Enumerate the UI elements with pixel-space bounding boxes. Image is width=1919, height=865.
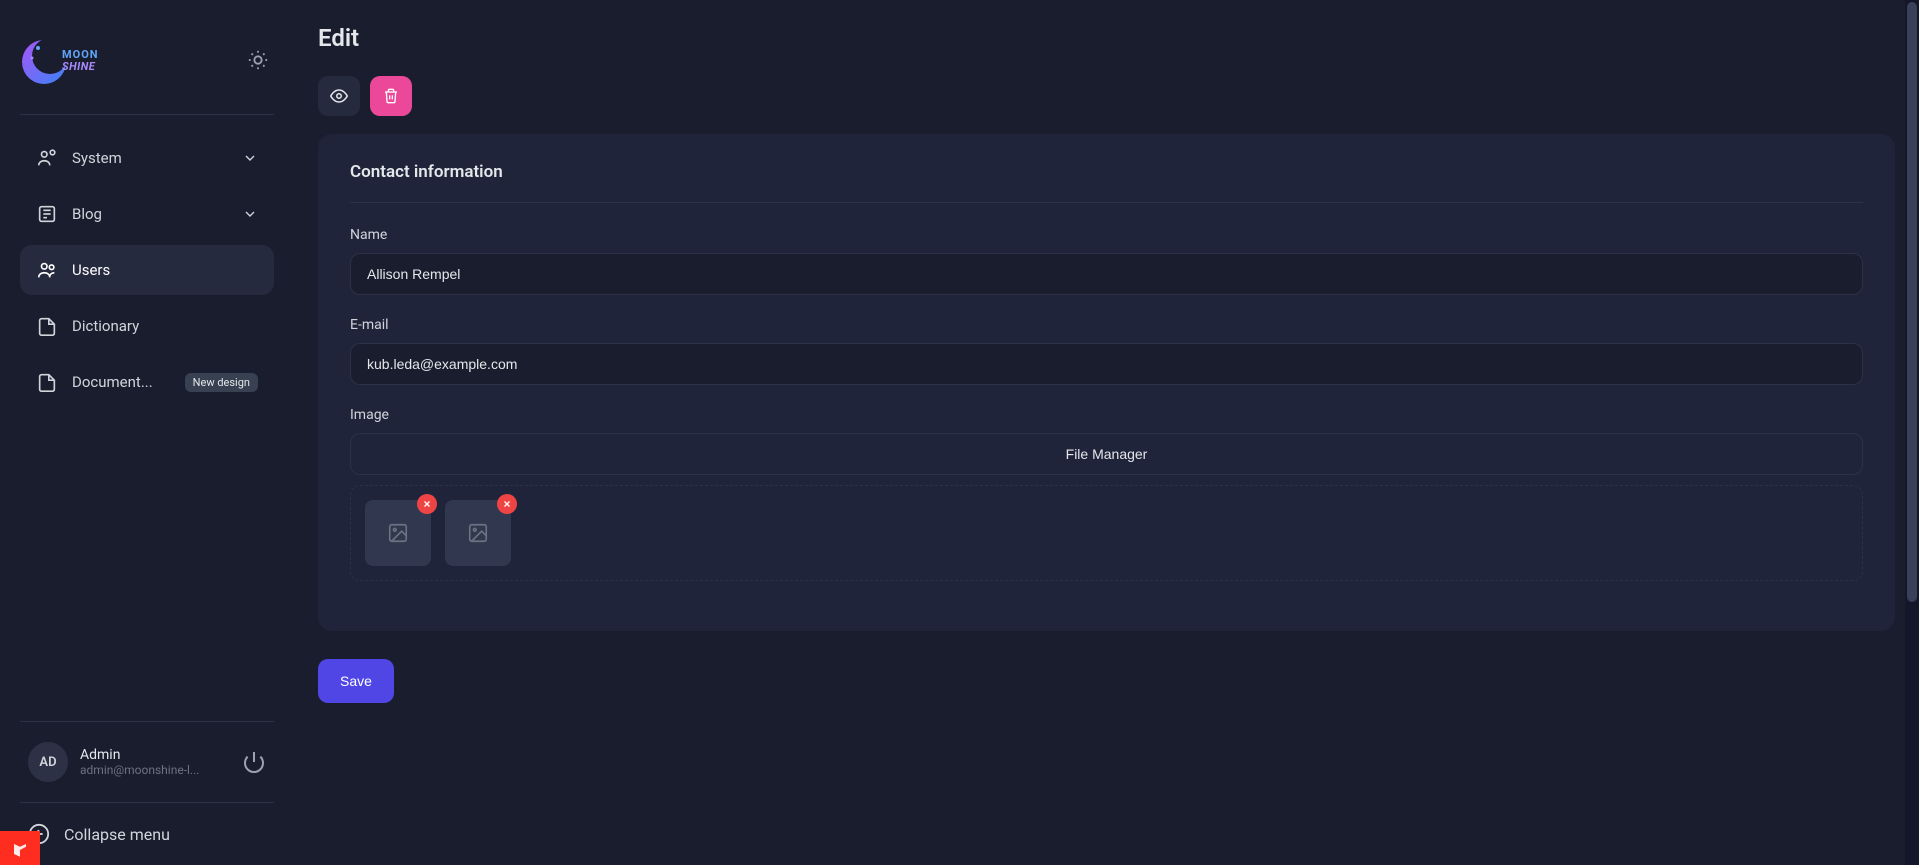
file-manager-button[interactable]: File Manager <box>350 433 1863 475</box>
action-row <box>318 76 1895 116</box>
svg-text:SHINE: SHINE <box>62 60 96 73</box>
user-email: admin@moonshine-l... <box>80 763 242 777</box>
save-button[interactable]: Save <box>318 659 394 703</box>
name-label: Name <box>350 227 1863 243</box>
close-icon <box>422 499 432 509</box>
sidebar-item-documentation[interactable]: Document... New design <box>20 357 274 407</box>
name-field: Name <box>350 227 1863 295</box>
user-info: Admin admin@moonshine-l... <box>80 747 242 777</box>
name-input[interactable] <box>350 253 1863 295</box>
chevron-down-icon <box>242 150 258 166</box>
image-thumbnail[interactable] <box>365 500 431 566</box>
users-gear-icon <box>36 147 58 169</box>
sidebar-item-system[interactable]: System <box>20 133 274 183</box>
email-label: E-mail <box>350 317 1863 333</box>
logout-button[interactable] <box>242 750 266 774</box>
sidebar-item-dictionary[interactable]: Dictionary <box>20 301 274 351</box>
sidebar-item-label: System <box>72 149 242 167</box>
sidebar-item-users[interactable]: Users <box>20 245 274 295</box>
image-field: Image File Manager <box>350 407 1863 581</box>
collapse-menu-button[interactable]: Collapse menu <box>20 802 274 845</box>
sidebar-footer: AD Admin admin@moonshine-l... Collapse m… <box>20 721 274 865</box>
image-thumbnail[interactable] <box>445 500 511 566</box>
sidebar: MOON SHINE <box>0 0 294 865</box>
page-title: Edit <box>318 24 1895 52</box>
email-input[interactable] <box>350 343 1863 385</box>
laravel-icon <box>10 840 30 860</box>
image-label: Image <box>350 407 1863 423</box>
image-icon <box>467 522 489 544</box>
sidebar-header: MOON SHINE <box>20 0 274 115</box>
trash-icon <box>383 88 399 104</box>
email-field: E-mail <box>350 317 1863 385</box>
sidebar-item-blog[interactable]: Blog <box>20 189 274 239</box>
sun-icon <box>247 49 269 71</box>
new-badge: New design <box>185 373 258 392</box>
avatar: AD <box>28 742 68 782</box>
image-icon <box>387 522 409 544</box>
scrollbar-thumb[interactable] <box>1907 2 1917 602</box>
scrollbar[interactable] <box>1905 0 1919 865</box>
laravel-badge[interactable] <box>0 831 40 865</box>
chevron-down-icon <box>242 206 258 222</box>
sidebar-item-label: Document... <box>72 373 177 391</box>
logo[interactable]: MOON SHINE <box>20 30 115 90</box>
sidebar-nav: System Blog Users <box>20 115 274 721</box>
document-icon <box>36 315 58 337</box>
remove-thumbnail-button[interactable] <box>417 494 437 514</box>
thumbnail-area <box>350 485 1863 581</box>
newspaper-icon <box>36 203 58 225</box>
users-icon <box>36 259 58 281</box>
main-content: Edit Contact information Name E-mail Ima… <box>294 0 1919 865</box>
power-icon <box>242 750 266 774</box>
sidebar-item-label: Blog <box>72 205 242 223</box>
theme-toggle[interactable] <box>242 44 274 76</box>
section-title: Contact information <box>350 162 1863 203</box>
sidebar-item-label: Users <box>72 261 258 279</box>
close-icon <box>502 499 512 509</box>
delete-button[interactable] <box>370 76 412 116</box>
user-panel: AD Admin admin@moonshine-l... <box>20 742 274 782</box>
eye-icon <box>330 87 348 105</box>
view-button[interactable] <box>318 76 360 116</box>
collapse-label: Collapse menu <box>64 825 170 844</box>
remove-thumbnail-button[interactable] <box>497 494 517 514</box>
user-name: Admin <box>80 747 242 763</box>
sidebar-item-label: Dictionary <box>72 317 258 335</box>
document-icon <box>36 371 58 393</box>
contact-card: Contact information Name E-mail Image Fi… <box>318 134 1895 631</box>
